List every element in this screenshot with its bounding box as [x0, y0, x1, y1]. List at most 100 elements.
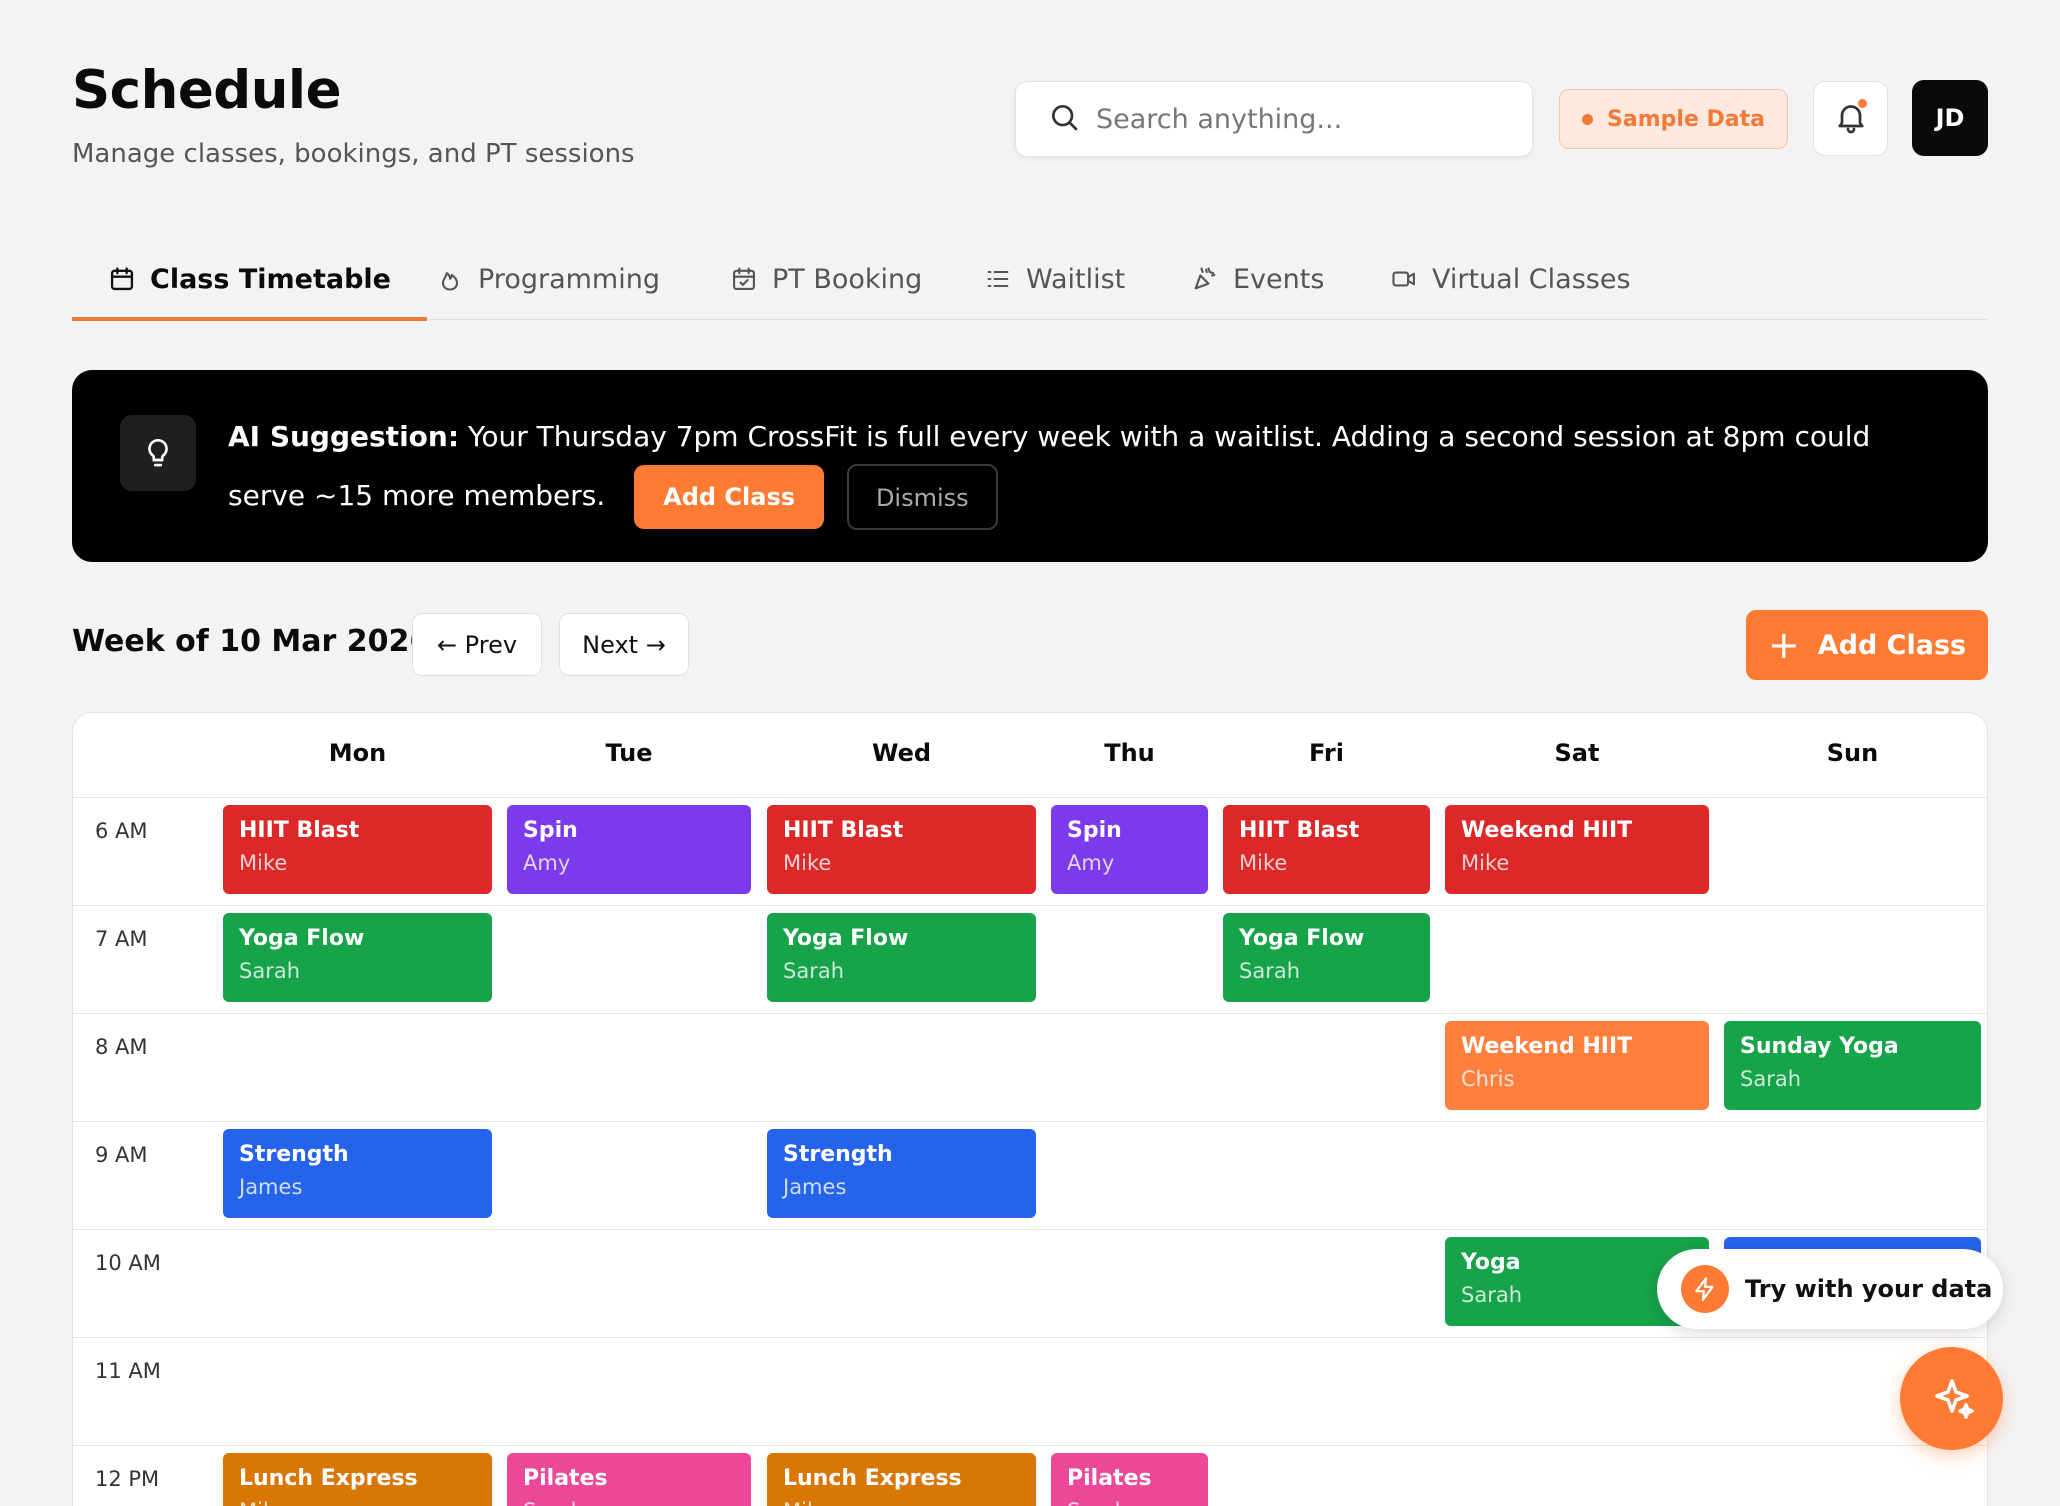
ai-suggestion-prefix: AI Suggestion:: [228, 420, 460, 453]
class-event-card[interactable]: HIIT Blast Mike: [223, 805, 492, 894]
class-event-card[interactable]: Spin Amy: [507, 805, 751, 894]
ai-suggestion-text: AI Suggestion: Your Thursday 7pm CrossFi…: [228, 410, 1948, 530]
class-event-card[interactable]: Yoga Flow Sarah: [1223, 913, 1430, 1002]
prev-week-button[interactable]: ← Prev: [412, 613, 542, 676]
class-instructor: Sarah: [783, 959, 845, 983]
class-instructor: Mike: [783, 1499, 1020, 1506]
row-divider: [73, 1445, 1987, 1446]
day-header: Fri: [1309, 739, 1344, 767]
class-title: Yoga Flow: [239, 926, 365, 951]
class-instructor: Mike: [1461, 851, 1510, 875]
try-with-your-data-button[interactable]: Try with your data: [1657, 1249, 2003, 1329]
sample-data-label: Sample Data: [1607, 106, 1765, 132]
day-header: Thu: [1104, 739, 1155, 767]
avatar[interactable]: JD: [1912, 80, 1988, 156]
tab-pt-booking[interactable]: PT Booking: [730, 238, 922, 320]
class-event-card[interactable]: Sunday Yoga Sarah: [1724, 1021, 1981, 1110]
tab-programming[interactable]: Programming: [436, 238, 660, 320]
flame-icon: [441, 272, 459, 291]
class-instructor: Sarah: [523, 1499, 735, 1506]
page-header: Schedule Manage classes, bookings, and P…: [72, 60, 635, 169]
class-title: Lunch Express: [783, 1466, 962, 1491]
class-instructor: Mike: [1239, 851, 1288, 875]
calendar-icon: [110, 267, 134, 291]
time-label: 10 AM: [95, 1251, 161, 1275]
plus-icon: +: [1767, 623, 1800, 667]
class-event-card[interactable]: Strength James: [223, 1129, 492, 1218]
day-header: Tue: [605, 739, 653, 767]
class-title: Spin: [1067, 818, 1122, 843]
class-event-card[interactable]: Pilates Sarah: [1051, 1453, 1208, 1506]
ai-assistant-fab[interactable]: [1900, 1347, 2003, 1450]
status-dot: [1582, 113, 1594, 125]
tab-label: Virtual Classes: [1432, 263, 1631, 295]
class-instructor: Mike: [239, 851, 288, 875]
tab-class-timetable[interactable]: Class Timetable: [72, 238, 427, 321]
class-event-card[interactable]: Weekend HIIT Chris: [1445, 1021, 1709, 1110]
page-subtitle: Manage classes, bookings, and PT session…: [72, 139, 635, 169]
class-title: HIIT Blast: [239, 818, 360, 843]
class-instructor: James: [239, 1175, 303, 1199]
class-title: HIIT Blast: [783, 818, 904, 843]
ai-dismiss-button[interactable]: Dismiss: [846, 464, 998, 530]
class-title: HIIT Blast: [1239, 818, 1360, 843]
class-event-card[interactable]: Lunch Express Mike: [223, 1453, 492, 1506]
class-title: Strength: [783, 1142, 893, 1167]
tab-events[interactable]: Events: [1191, 238, 1324, 320]
grid-header-divider: [73, 797, 1987, 798]
add-class-button[interactable]: + Add Class: [1746, 610, 1988, 680]
class-event-card[interactable]: HIIT Blast Mike: [1223, 805, 1430, 894]
next-week-button[interactable]: Next →: [559, 613, 689, 676]
search-input[interactable]: [1096, 103, 1516, 135]
class-event-card[interactable]: Yoga Flow Sarah: [767, 913, 1036, 1002]
bolt-icon: [1681, 1265, 1729, 1313]
tab-bar: Class Timetable Programming PT Booking W…: [72, 238, 1988, 321]
calendar-check-icon: [733, 267, 755, 290]
class-instructor: Sarah: [1067, 1499, 1192, 1506]
class-instructor: Amy: [1067, 851, 1115, 875]
tab-virtual-classes[interactable]: Virtual Classes: [1390, 238, 1631, 320]
class-title: Yoga Flow: [1239, 926, 1365, 951]
day-header: Wed: [871, 739, 932, 767]
notifications-button[interactable]: [1813, 81, 1888, 156]
class-event-card[interactable]: Yoga Flow Sarah: [223, 913, 492, 1002]
class-event-card[interactable]: Lunch Express Mike: [767, 1453, 1036, 1506]
search-icon: [1048, 101, 1080, 137]
row-divider: [73, 1013, 1987, 1014]
ai-add-class-button[interactable]: Add Class: [634, 465, 825, 529]
tab-waitlist[interactable]: Waitlist: [984, 238, 1125, 320]
day-header: Mon: [328, 739, 387, 767]
list-icon: [987, 270, 1009, 288]
sample-data-badge[interactable]: Sample Data: [1559, 89, 1788, 149]
row-divider: [73, 1337, 1987, 1338]
class-event-card[interactable]: Pilates Sarah: [507, 1453, 751, 1506]
time-label: 6 AM: [95, 819, 148, 843]
day-header: Sun: [1826, 739, 1879, 767]
class-title: Lunch Express: [239, 1466, 418, 1491]
class-title: Pilates: [1067, 1466, 1152, 1491]
class-title: Strength: [239, 1142, 349, 1167]
time-label: 12 PM: [95, 1467, 160, 1491]
row-divider: [73, 1121, 1987, 1122]
class-instructor: Mike: [783, 851, 832, 875]
class-title: Sunday Yoga: [1740, 1034, 1899, 1059]
week-label: Week of 10 Mar 2026: [72, 624, 431, 659]
class-event-card[interactable]: Spin Amy: [1051, 805, 1208, 894]
time-label: 7 AM: [95, 927, 148, 951]
row-divider: [73, 1229, 1987, 1230]
party-popper-icon: [1194, 267, 1216, 290]
tab-label: Class Timetable: [150, 263, 391, 295]
class-instructor: Sarah: [1740, 1067, 1802, 1091]
class-title: Yoga: [1461, 1250, 1521, 1275]
tab-label: PT Booking: [772, 263, 923, 295]
class-instructor: Chris: [1461, 1067, 1515, 1091]
try-with-your-data-label: Try with your data: [1745, 1275, 1993, 1303]
tab-label: Events: [1233, 263, 1325, 295]
lightbulb-icon: [120, 415, 196, 491]
class-event-card[interactable]: Weekend HIIT Mike: [1445, 805, 1709, 894]
day-header: Sat: [1554, 739, 1600, 767]
class-event-card[interactable]: HIIT Blast Mike: [767, 805, 1036, 894]
class-event-card[interactable]: Strength James: [767, 1129, 1036, 1218]
search-box[interactable]: [1015, 81, 1533, 157]
class-instructor: Sarah: [1239, 959, 1301, 983]
